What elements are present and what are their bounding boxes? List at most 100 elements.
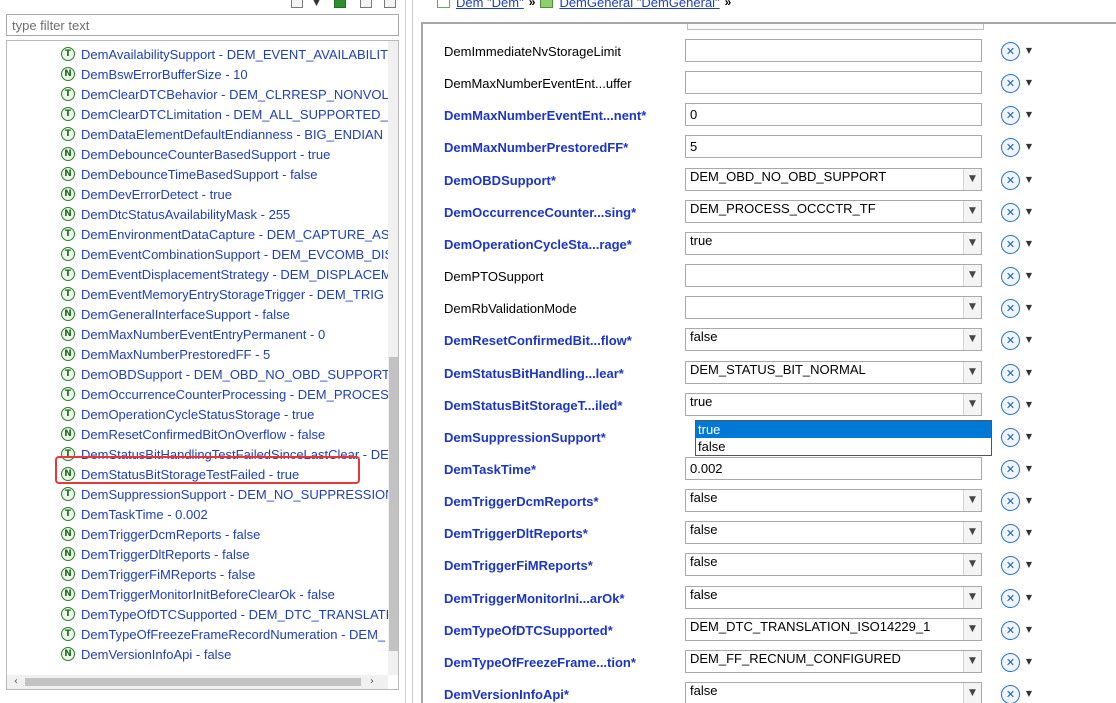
parameter-menu-icon[interactable]: ▼ [1023, 109, 1035, 121]
tree-item[interactable]: T DemTypeOfDTCSupported - DEM_DTC_TRANSLA… [61, 604, 398, 624]
combo-arrow-icon[interactable]: ▼ [963, 297, 981, 318]
horizontal-scrollbar[interactable]: ‹ › [7, 675, 388, 689]
reset-default-icon[interactable]: ✕ [1001, 331, 1020, 350]
combo-arrow-icon[interactable]: ▼ [963, 362, 981, 383]
parameter-input[interactable] [685, 39, 982, 62]
tree-item[interactable]: T DemStatusBitHandlingTestFailedSinceLast… [61, 444, 389, 464]
tree-item[interactable]: T DemOccurrenceCounterProcessing - DEM_PR… [61, 384, 397, 404]
parameter-combo[interactable]: true ▼ [685, 232, 982, 255]
reset-default-icon[interactable]: ✕ [1001, 299, 1020, 318]
tree-item[interactable]: N DemDevErrorDetect - true [61, 184, 232, 204]
filter-icon[interactable]: ▼ [313, 0, 325, 8]
parameter-combo[interactable]: false ▼ [685, 586, 982, 609]
dropdown-option[interactable]: false [696, 438, 991, 455]
tree-item[interactable]: T DemSuppressionSupport - DEM_NO_SUPPRESS… [61, 484, 395, 504]
tree-item[interactable]: T DemAvailabilitySupport - DEM_EVENT_AVAI… [61, 44, 397, 64]
parameter-menu-icon[interactable]: ▼ [1023, 592, 1035, 604]
reset-default-icon[interactable]: ✕ [1001, 685, 1020, 703]
scroll-right-arrow-icon[interactable]: › [365, 675, 379, 689]
tree-item[interactable]: T DemEventMemoryEntryStorageTrigger - DEM… [61, 284, 384, 304]
tree-item[interactable]: T DemTaskTime - 0.002 [61, 504, 208, 524]
vertical-scrollbar[interactable] [388, 41, 398, 675]
tree-item[interactable]: T DemDataElementDefaultEndianness - BIG_E… [61, 124, 383, 144]
parameter-menu-icon[interactable]: ▼ [1023, 174, 1035, 186]
tree-item[interactable]: T DemClearDTCLimitation - DEM_ALL_SUPPORT… [61, 104, 398, 124]
filter-input[interactable] [6, 14, 399, 36]
vertical-scrollbar-thumb[interactable] [389, 357, 398, 651]
parameter-menu-icon[interactable]: ▼ [1023, 463, 1035, 475]
tree-item[interactable]: T DemOBDSupport - DEM_OBD_NO_OBD_SUPPORT [61, 364, 390, 384]
collapse-all-icon[interactable] [291, 0, 303, 8]
parameter-combo[interactable]: DEM_PROCESS_OCCCTR_TF ▼ [685, 200, 982, 223]
parameter-menu-icon[interactable]: ▼ [1023, 559, 1035, 571]
combo-arrow-icon[interactable]: ▼ [963, 587, 981, 608]
horizontal-scrollbar-thumb[interactable] [25, 678, 361, 686]
tree-item[interactable]: N DemTriggerMonitorInitBeforeClearOk - fa… [61, 584, 335, 604]
combo-arrow-icon[interactable]: ▼ [963, 651, 981, 672]
parameter-combo[interactable]: true ▼ [685, 393, 982, 416]
parameter-menu-icon[interactable]: ▼ [1023, 527, 1035, 539]
tree-item[interactable]: N DemGeneralInterfaceSupport - false [61, 304, 290, 324]
tree-item[interactable]: N DemDebounceTimeBasedSupport - false [61, 164, 318, 184]
parameter-menu-icon[interactable]: ▼ [1023, 399, 1035, 411]
breadcrumb-item-dem[interactable]: Dem "Dem" [456, 0, 524, 10]
tree-item[interactable]: T DemEventCombinationSupport - DEM_EVCOMB… [61, 244, 393, 264]
reset-default-icon[interactable]: ✕ [1001, 396, 1020, 415]
tree-item[interactable]: N DemVersionInfoApi - false [61, 644, 231, 664]
parameter-input[interactable]: 0 [685, 103, 982, 126]
tree-item[interactable]: N DemMaxNumberPrestoredFF - 5 [61, 344, 270, 364]
tree-item[interactable]: T DemEnvironmentDataCapture - DEM_CAPTURE… [61, 224, 398, 244]
tree-item[interactable]: N DemTriggerDcmReports - false [61, 524, 260, 544]
tree-item[interactable]: N DemMaxNumberEventEntryPermanent - 0 [61, 324, 325, 344]
parameter-menu-icon[interactable]: ▼ [1023, 45, 1035, 57]
parameter-combo[interactable]: DEM_OBD_NO_OBD_SUPPORT ▼ [685, 168, 982, 191]
parameter-input[interactable]: 0.002 [685, 457, 982, 480]
reset-default-icon[interactable]: ✕ [1001, 138, 1020, 157]
combo-arrow-icon[interactable]: ▼ [963, 522, 981, 543]
parameter-combo[interactable]: false ▼ [685, 521, 982, 544]
tree-item[interactable]: N DemDtcStatusAvailabilityMask - 255 [61, 204, 290, 224]
combo-arrow-icon[interactable]: ▼ [963, 490, 981, 511]
reset-default-icon[interactable]: ✕ [1001, 428, 1020, 447]
reset-default-icon[interactable]: ✕ [1001, 74, 1020, 93]
parameter-menu-icon[interactable]: ▼ [1023, 302, 1035, 314]
reset-default-icon[interactable]: ✕ [1001, 235, 1020, 254]
reset-default-icon[interactable]: ✕ [1001, 460, 1020, 479]
combo-arrow-icon[interactable]: ▼ [963, 683, 981, 703]
combo-arrow-icon[interactable]: ▼ [963, 233, 981, 254]
parameter-menu-icon[interactable]: ▼ [1023, 77, 1035, 89]
tree-item[interactable]: N DemResetConfirmedBitOnOverflow - false [61, 424, 325, 444]
parameter-menu-icon[interactable]: ▼ [1023, 367, 1035, 379]
reset-default-icon[interactable]: ✕ [1001, 364, 1020, 383]
parameter-combo[interactable]: DEM_FF_RECNUM_CONFIGURED ▼ [685, 650, 982, 673]
tree-item[interactable]: T DemOperationCycleStatusStorage - true [61, 404, 314, 424]
parameter-menu-icon[interactable]: ▼ [1023, 141, 1035, 153]
parameter-input[interactable] [685, 71, 982, 94]
reset-default-icon[interactable]: ✕ [1001, 621, 1020, 640]
reset-default-icon[interactable]: ✕ [1001, 42, 1020, 61]
reset-default-icon[interactable]: ✕ [1001, 556, 1020, 575]
parameter-menu-icon[interactable]: ▼ [1023, 431, 1035, 443]
link-editor-icon[interactable] [334, 0, 346, 8]
tree-item[interactable]: T DemClearDTCBehavior - DEM_CLRRESP_NONVO… [61, 84, 398, 104]
reset-default-icon[interactable]: ✕ [1001, 653, 1020, 672]
combo-dropdown-list[interactable]: true false [695, 420, 992, 456]
sort-icon[interactable] [360, 0, 372, 8]
breadcrumb-item-demgeneral[interactable]: DemGeneral "DemGeneral" [559, 0, 719, 10]
scroll-left-arrow-icon[interactable]: ‹ [9, 675, 23, 689]
reset-default-icon[interactable]: ✕ [1001, 492, 1020, 511]
parameter-combo[interactable]: DEM_STATUS_BIT_NORMAL ▼ [685, 361, 982, 384]
combo-arrow-icon[interactable]: ▼ [963, 265, 981, 286]
parameter-menu-icon[interactable]: ▼ [1023, 688, 1035, 700]
reset-default-icon[interactable]: ✕ [1001, 524, 1020, 543]
parameter-combo[interactable]: false ▼ [685, 553, 982, 576]
parameter-menu-icon[interactable]: ▼ [1023, 206, 1035, 218]
parameter-input[interactable]: 5 [685, 135, 982, 158]
reset-default-icon[interactable]: ✕ [1001, 267, 1020, 286]
tree-item[interactable]: N DemTriggerDltReports - false [61, 544, 250, 564]
parameter-menu-icon[interactable]: ▼ [1023, 238, 1035, 250]
reset-default-icon[interactable]: ✕ [1001, 106, 1020, 125]
parameter-menu-icon[interactable]: ▼ [1023, 495, 1035, 507]
combo-arrow-icon[interactable]: ▼ [963, 554, 981, 575]
combo-arrow-icon[interactable]: ▼ [963, 394, 981, 415]
